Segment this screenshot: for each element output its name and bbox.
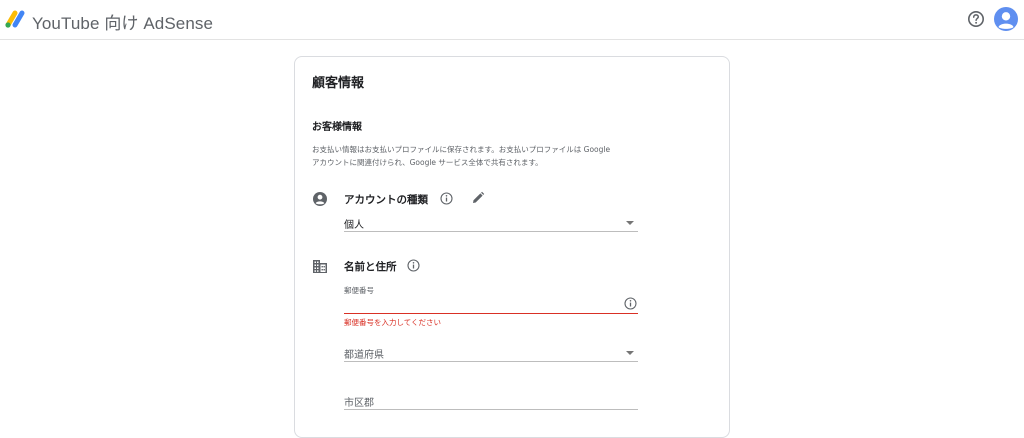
description: お支払い情報はお支払いプロファイルに保存されます。お支払いプロファイルは Goo… [312,143,642,169]
top-app-bar: YouTube 向け AdSense [0,0,1024,40]
info-icon[interactable] [407,259,420,272]
info-icon[interactable] [440,192,453,205]
help-circle-icon[interactable] [967,10,985,28]
account-type-select[interactable]: 個人 [344,213,638,232]
description-line-2: アカウントに関連付けられ、Google サービス全体で共有されます。 [312,158,543,167]
description-line-1: お支払い情報はお支払いプロファイルに保存されます。お支払いプロファイルは Goo… [312,145,611,154]
dropdown-arrow-icon [626,351,634,355]
business-icon [313,260,327,273]
section-title: お客様情報 [312,122,362,133]
dropdown-arrow-icon [626,221,634,225]
info-icon[interactable] [624,297,637,310]
card-title: 顧客情報 [312,76,365,91]
account-circle-icon [313,192,327,206]
account-type-value: 個人 [344,220,364,231]
prefecture-placeholder: 都道府県 [344,350,384,361]
city-input[interactable]: 市区郡 [344,391,638,410]
customer-info-card: 顧客情報 お客様情報 お支払い情報はお支払いプロファイルに保存されます。お支払い… [294,56,730,438]
name-address-label: 名前と住所 [344,261,397,273]
postal-code-error: 郵便番号を入力してください [344,318,442,327]
postal-code-input[interactable] [344,295,638,314]
pencil-edit-icon[interactable] [471,191,485,205]
prefecture-select[interactable]: 都道府県 [344,343,638,362]
account-avatar-icon[interactable] [994,7,1018,31]
adsense-logo-icon[interactable] [4,9,26,29]
city-placeholder: 市区郡 [344,398,374,409]
account-type-label: アカウントの種類 [344,194,428,206]
app-title: YouTube 向け AdSense [32,14,214,33]
